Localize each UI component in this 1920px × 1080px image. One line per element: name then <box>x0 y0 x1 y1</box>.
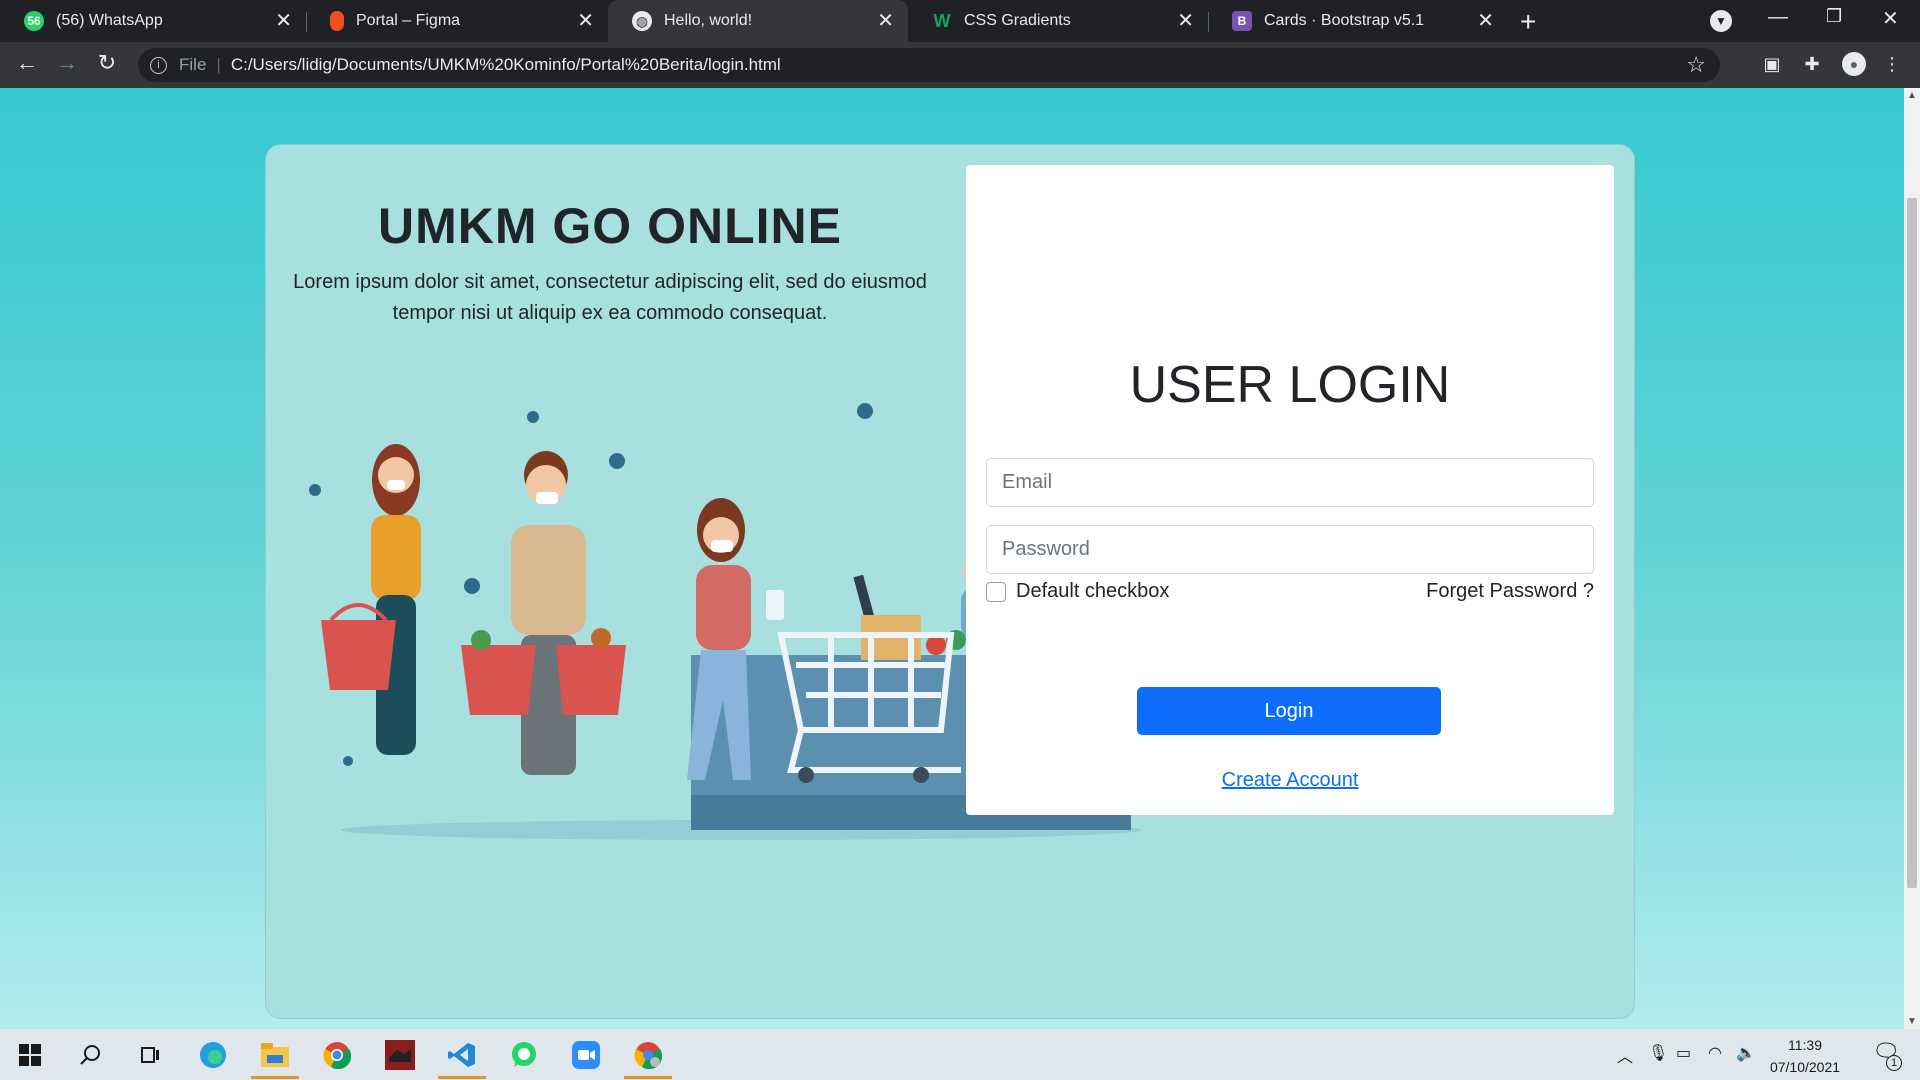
cart-wheel <box>913 767 929 783</box>
zoom-icon[interactable] <box>568 1037 604 1073</box>
microphone-icon[interactable]: 🎙 <box>1648 1043 1668 1063</box>
extensions-puzzle-icon[interactable]: ✚ <box>1800 52 1824 76</box>
menu-kebab-icon[interactable]: ⋮ <box>1880 52 1904 76</box>
profile-avatar-icon[interactable]: ● <box>1842 52 1866 76</box>
tab-css-gradients[interactable]: W CSS Gradients ✕ <box>908 0 1208 42</box>
password-field[interactable] <box>986 525 1594 574</box>
forward-icon[interactable]: → <box>52 50 82 76</box>
shopper-man-beige <box>461 451 626 775</box>
notification-count-badge: 1 <box>1886 1055 1902 1071</box>
extension-page-icon[interactable]: ▣ <box>1760 52 1784 76</box>
page-scrollbar[interactable]: ▲ ▼ <box>1904 88 1920 1029</box>
close-window-icon[interactable]: ✕ <box>1882 6 1899 31</box>
new-tab-button[interactable]: + <box>1520 6 1536 38</box>
scheme-label: File <box>179 55 207 74</box>
scrollbar-thumb[interactable] <box>1907 198 1917 888</box>
windows-start-icon[interactable] <box>12 1037 48 1073</box>
taskbar-clock[interactable]: 11:39 07/10/2021 <box>1755 1034 1855 1078</box>
show-hidden-icons-chevron-icon[interactable]: ︿ <box>1617 1043 1633 1067</box>
address-divider: | <box>216 55 221 74</box>
bootstrap-icon: B <box>1232 11 1252 31</box>
reload-icon[interactable]: ↻ <box>92 50 122 76</box>
tab-search-icon[interactable]: ▼ <box>1710 10 1732 32</box>
create-account-link[interactable]: Create Account <box>966 769 1614 792</box>
globe-icon: ◍ <box>632 11 652 31</box>
url-text[interactable]: C:/Users/lidig/Documents/UMKM%20Kominfo/… <box>231 55 781 75</box>
search-icon[interactable] <box>72 1037 108 1073</box>
tab-title: CSS Gradients <box>964 12 1071 29</box>
shopper-woman-yellow <box>321 444 421 755</box>
hero-description: Lorem ipsum dolor sit amet, consectetur … <box>293 271 927 324</box>
scroll-down-icon[interactable]: ▼ <box>1907 1016 1917 1027</box>
clock-date: 07/10/2021 <box>1769 1059 1841 1075</box>
cart-wheel <box>798 767 814 783</box>
tab-title: Portal – Figma <box>356 12 461 29</box>
clock-time: 11:39 <box>1788 1037 1822 1053</box>
email-field[interactable] <box>986 458 1594 507</box>
file-explorer-icon[interactable] <box>251 1037 299 1079</box>
minimize-icon[interactable]: — <box>1768 6 1788 29</box>
tab-title: Cards · Bootstrap v5.1 <box>1264 12 1425 29</box>
w-logo-icon: W <box>933 10 951 31</box>
login-title: USER LOGIN <box>1129 356 1451 414</box>
bookmark-star-icon[interactable]: ☆ <box>1686 52 1706 78</box>
hero-title: UMKM GO ONLINE <box>378 198 842 254</box>
battery-icon[interactable]: ▭ <box>1676 1043 1691 1063</box>
login-form-panel: USER LOGIN Default checkbox Forget Passw… <box>966 165 1614 815</box>
browser-tab-bar: 56 (56) WhatsApp ✕ Portal – Figma ✕ ◍ He… <box>0 0 1920 42</box>
task-view-icon[interactable] <box>132 1037 168 1073</box>
page-viewport: UMKM GO ONLINE Lorem ipsum dolor sit ame… <box>0 88 1904 1029</box>
browser-toolbar: ← → ↻ i File | C:/Users/lidig/Documents/… <box>0 42 1920 88</box>
tab-title: Hello, world! <box>664 12 753 29</box>
close-tab-icon[interactable]: ✕ <box>577 11 594 31</box>
forget-password-link[interactable]: Forget Password ? <box>1426 580 1594 603</box>
tab-figma[interactable]: Portal – Figma ✕ <box>306 0 608 42</box>
scroll-up-icon[interactable]: ▲ <box>1907 90 1917 101</box>
tab-bootstrap-cards[interactable]: B Cards · Bootstrap v5.1 ✕ <box>1208 0 1508 42</box>
close-tab-icon[interactable]: ✕ <box>1477 11 1494 31</box>
whatsapp-desktop-icon[interactable] <box>506 1037 542 1073</box>
checkbox-label[interactable]: Default checkbox <box>1016 580 1169 603</box>
login-button[interactable]: Login <box>1137 687 1441 735</box>
close-tab-icon[interactable]: ✕ <box>275 11 292 31</box>
default-checkbox[interactable] <box>986 582 1006 602</box>
tab-whatsapp[interactable]: 56 (56) WhatsApp ✕ <box>0 0 306 42</box>
whatsapp-icon: 56 <box>24 11 44 31</box>
wifi-icon[interactable]: ◠ <box>1708 1043 1722 1063</box>
tab-title: (56) WhatsApp <box>56 12 163 29</box>
close-tab-icon[interactable]: ✕ <box>877 11 894 31</box>
figma-icon <box>330 11 344 31</box>
game-app-icon[interactable] <box>382 1037 418 1073</box>
vscode-icon[interactable] <box>438 1037 486 1079</box>
windows-taskbar: ︿ 🎙 ▭ ◠ 🔈 11:39 07/10/2021 🗨 1 <box>0 1029 1920 1080</box>
volume-icon[interactable]: 🔈 <box>1736 1043 1756 1063</box>
restore-icon[interactable]: ❐ <box>1826 6 1842 27</box>
close-tab-icon[interactable]: ✕ <box>1177 11 1194 31</box>
site-info-icon[interactable]: i <box>150 56 167 74</box>
back-icon[interactable]: ← <box>12 50 42 76</box>
tab-hello-world[interactable]: ◍ Hello, world! ✕ <box>608 0 908 42</box>
edge-browser-icon[interactable] <box>195 1037 231 1073</box>
address-bar[interactable]: i File | C:/Users/lidig/Documents/UMKM%2… <box>138 48 1720 82</box>
chrome-profile-icon[interactable] <box>624 1037 672 1079</box>
chrome-icon[interactable] <box>319 1037 355 1073</box>
remember-row: Default checkbox Forget Password ? <box>986 578 1594 608</box>
login-card: UMKM GO ONLINE Lorem ipsum dolor sit ame… <box>265 144 1635 1019</box>
